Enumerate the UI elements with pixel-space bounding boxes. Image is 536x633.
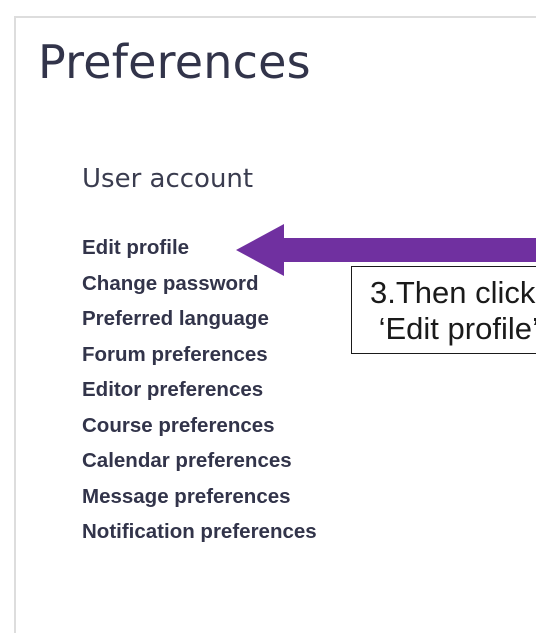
annotation-callout: 3.Then click on ‘Edit profile’ bbox=[351, 266, 536, 354]
callout-text: 3.Then click on ‘Edit profile’ bbox=[370, 275, 536, 346]
preferred-language-link[interactable]: Preferred language bbox=[82, 307, 269, 330]
calendar-preferences-link[interactable]: Calendar preferences bbox=[82, 449, 292, 472]
user-account-links: Edit profile Change password Preferred l… bbox=[82, 230, 317, 550]
list-item: Editor preferences bbox=[82, 372, 317, 408]
message-preferences-link[interactable]: Message preferences bbox=[82, 485, 291, 508]
list-item: Notification preferences bbox=[82, 514, 317, 550]
forum-preferences-link[interactable]: Forum preferences bbox=[82, 343, 268, 366]
editor-preferences-link[interactable]: Editor preferences bbox=[82, 378, 263, 401]
list-item: Preferred language bbox=[82, 301, 317, 337]
list-item: Course preferences bbox=[82, 408, 317, 444]
list-item: Message preferences bbox=[82, 479, 317, 515]
section-heading-user-account: User account bbox=[82, 164, 254, 194]
list-item: Calendar preferences bbox=[82, 443, 317, 479]
page-title: Preferences bbox=[38, 35, 311, 89]
notification-preferences-link[interactable]: Notification preferences bbox=[82, 520, 317, 543]
change-password-link[interactable]: Change password bbox=[82, 272, 259, 295]
list-item: Forum preferences bbox=[82, 337, 317, 373]
edit-profile-link[interactable]: Edit profile bbox=[82, 236, 189, 259]
course-preferences-link[interactable]: Course preferences bbox=[82, 414, 275, 437]
